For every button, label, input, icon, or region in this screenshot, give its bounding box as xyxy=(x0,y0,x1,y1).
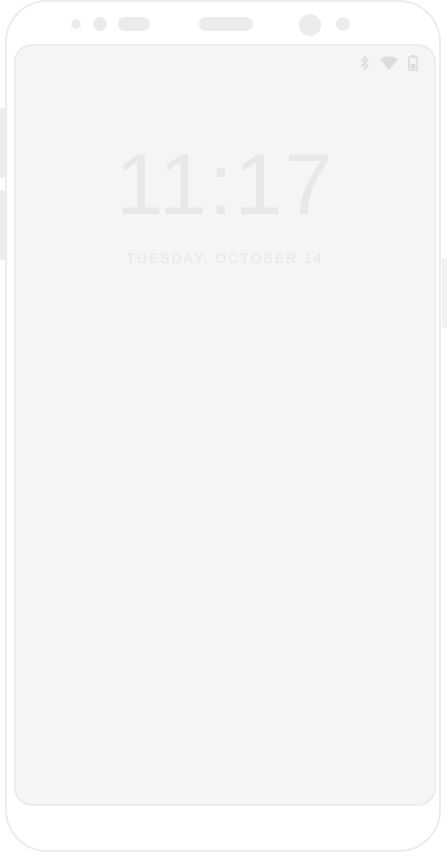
power-button[interactable] xyxy=(442,258,447,328)
status-bar xyxy=(360,55,418,71)
battery-icon xyxy=(408,55,418,71)
earpiece-speaker xyxy=(199,17,253,31)
sensor-dot xyxy=(93,17,107,31)
lock-date: TUESDAY, OCTOBER 14 xyxy=(126,250,324,266)
lock-screen[interactable]: 11:17 TUESDAY, OCTOBER 14 xyxy=(14,44,436,806)
sensor-pill xyxy=(118,17,150,31)
front-camera xyxy=(299,14,321,36)
wifi-icon xyxy=(380,56,398,70)
lock-clock: 11:17 xyxy=(115,137,335,233)
proximity-sensor xyxy=(71,19,81,29)
camera-sensor xyxy=(336,17,350,31)
bluetooth-icon xyxy=(360,55,370,71)
page: 11:17 TUESDAY, OCTOBER 14 xyxy=(0,0,448,860)
